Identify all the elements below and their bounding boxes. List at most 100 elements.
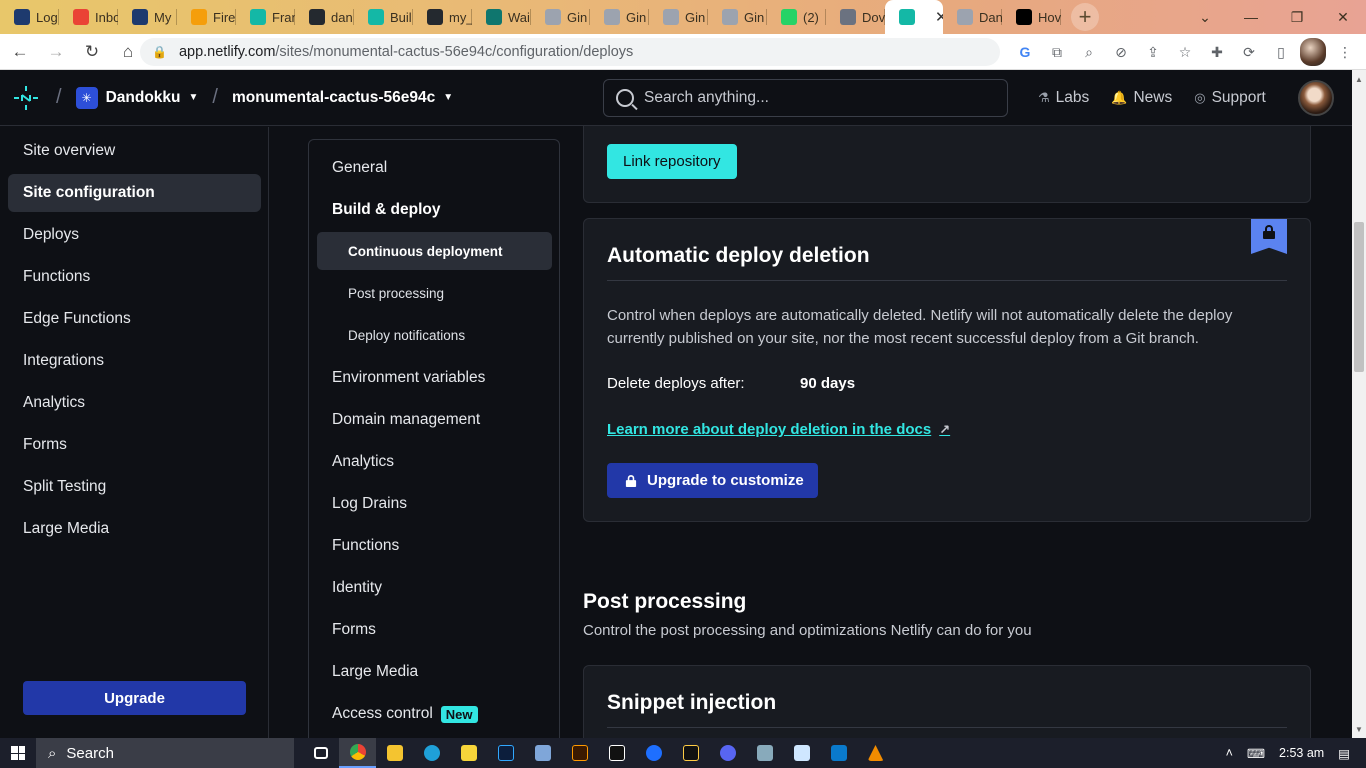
forward-button[interactable]: → xyxy=(40,36,72,68)
browser-tab[interactable]: Gin xyxy=(708,0,767,34)
back-button[interactable]: ← xyxy=(4,36,36,68)
sidebar-item-edge-functions[interactable]: Edge Functions xyxy=(8,300,261,338)
browser-tab[interactable]: Inbo xyxy=(59,0,118,34)
file-explorer-icon[interactable] xyxy=(376,738,413,768)
menu-icon[interactable]: ⋮ xyxy=(1332,38,1358,66)
browser-tab[interactable]: Log xyxy=(0,0,59,34)
news-link[interactable]: 🔔 News xyxy=(1111,89,1172,107)
sidebar-item-functions[interactable]: Functions xyxy=(8,258,261,296)
browser-tab[interactable]: Gin xyxy=(590,0,649,34)
new-tab-button[interactable]: + xyxy=(1071,3,1099,31)
browser-tab[interactable]: my_ xyxy=(413,0,472,34)
settings-nav-deploy-notifications[interactable]: Deploy notifications xyxy=(317,316,552,354)
sync-icon[interactable]: ⟳ xyxy=(1236,38,1262,66)
notifications-icon[interactable]: ▤ xyxy=(1338,746,1350,761)
eye-off-icon[interactable]: ⊘ xyxy=(1108,38,1134,66)
minimize-button[interactable]: — xyxy=(1228,0,1274,34)
scroll-up-arrow[interactable]: ▲ xyxy=(1352,72,1366,86)
settings-nav-continuous-deployment[interactable]: Continuous deployment xyxy=(317,232,552,270)
remote-desktop-icon[interactable] xyxy=(746,738,783,768)
lock-icon[interactable]: 🔒 xyxy=(152,45,167,59)
deploy-deletion-docs-link[interactable]: Learn more about deploy deletion in the … xyxy=(607,421,950,438)
sidebar-item-site-configuration[interactable]: Site configuration xyxy=(8,174,261,212)
sidebar-item-large-media[interactable]: Large Media xyxy=(8,510,261,548)
side-panel-icon[interactable]: ▯ xyxy=(1268,38,1294,66)
edge-icon[interactable] xyxy=(413,738,450,768)
browser-tab[interactable]: (2) xyxy=(767,0,826,34)
browser-tab[interactable]: Dov xyxy=(826,0,885,34)
google-icon[interactable]: G xyxy=(1012,38,1038,66)
sidebar-item-site-overview[interactable]: Site overview xyxy=(8,132,261,170)
site-switcher[interactable]: monumental-cactus-56e94c xyxy=(232,89,435,107)
profile-avatar[interactable] xyxy=(1300,38,1326,66)
upgrade-button[interactable]: Upgrade xyxy=(23,681,246,715)
search-input[interactable]: Search anything... xyxy=(603,79,1008,117)
sidebar-item-analytics[interactable]: Analytics xyxy=(8,384,261,422)
share-icon[interactable]: ⇪ xyxy=(1140,38,1166,66)
browser-tab[interactable]: Buil xyxy=(354,0,413,34)
taskbar-search[interactable]: ⌕ Search xyxy=(36,738,294,768)
windows-start-icon[interactable] xyxy=(0,738,36,768)
browser-tab[interactable]: Hov xyxy=(1002,0,1061,34)
settings-nav-log-drains[interactable]: Log Drains xyxy=(332,493,407,515)
intellij-icon[interactable] xyxy=(672,738,709,768)
settings-nav-access-control[interactable]: Access control New xyxy=(332,703,478,725)
browser-tab[interactable]: ✕ xyxy=(885,0,943,34)
notepad-icon[interactable] xyxy=(783,738,820,768)
discord-icon[interactable] xyxy=(709,738,746,768)
address-bar[interactable]: 🔒 app.netlify.com/sites/monumental-cactu… xyxy=(140,38,1000,66)
chrome-icon[interactable] xyxy=(339,738,376,768)
vlc-icon[interactable] xyxy=(857,738,894,768)
link-repository-button[interactable]: Link repository xyxy=(607,144,737,179)
app-icon[interactable] xyxy=(635,738,672,768)
reload-button[interactable]: ↻ xyxy=(76,36,108,68)
browser-tab[interactable]: dan xyxy=(295,0,354,34)
browser-tab[interactable]: My xyxy=(118,0,177,34)
upgrade-to-customize-button[interactable]: Upgrade to customize xyxy=(607,463,818,498)
scrollbar-thumb[interactable] xyxy=(1354,222,1364,372)
sidebar-item-integrations[interactable]: Integrations xyxy=(8,342,261,380)
browser-tab[interactable]: Fran xyxy=(236,0,295,34)
keyboard-icon[interactable]: ⌨ xyxy=(1247,746,1265,761)
extensions-icon[interactable]: ✚ xyxy=(1204,38,1230,66)
chevron-down-icon[interactable]: ▼ xyxy=(443,92,453,103)
sidebar-item-deploys[interactable]: Deploys xyxy=(8,216,261,254)
sidebar-item-forms[interactable]: Forms xyxy=(8,426,261,464)
close-window-button[interactable]: ✕ xyxy=(1320,0,1366,34)
sidebar-item-split-testing[interactable]: Split Testing xyxy=(8,468,261,506)
page-scrollbar[interactable]: ▲ ▼ xyxy=(1352,70,1366,738)
settings-nav-functions[interactable]: Functions xyxy=(332,535,399,557)
netlify-logo-icon[interactable] xyxy=(10,82,42,114)
team-switcher[interactable]: Dandokku xyxy=(106,89,181,107)
browser-tab[interactable]: Fire xyxy=(177,0,236,34)
settings-nav-post-processing[interactable]: Post processing xyxy=(317,274,552,312)
settings-nav-identity[interactable]: Identity xyxy=(332,577,382,599)
browser-tab[interactable]: Wai xyxy=(472,0,531,34)
close-tab-icon[interactable]: ✕ xyxy=(935,8,943,26)
settings-nav-large-media[interactable]: Large Media xyxy=(332,661,418,683)
settings-nav-domain-management[interactable]: Domain management xyxy=(332,409,480,431)
settings-nav-analytics[interactable]: Analytics xyxy=(332,451,394,473)
sticky-notes-icon[interactable] xyxy=(450,738,487,768)
chevron-up-icon[interactable]: ˄ xyxy=(1226,746,1233,760)
virtualbox-icon[interactable] xyxy=(524,738,561,768)
settings-nav-build-deploy[interactable]: Build & deploy xyxy=(332,199,441,221)
tab-search-icon[interactable]: ⌄ xyxy=(1182,0,1228,34)
task-view-icon[interactable] xyxy=(302,738,339,768)
translate-icon[interactable]: ⧉ xyxy=(1044,38,1070,66)
user-avatar[interactable] xyxy=(1298,80,1334,116)
zoom-icon[interactable]: ⌕ xyxy=(1076,38,1102,66)
settings-nav-environment-variables[interactable]: Environment variables xyxy=(332,367,485,389)
vscode-icon[interactable] xyxy=(820,738,857,768)
browser-tab[interactable]: Gin xyxy=(649,0,708,34)
maximize-button[interactable]: ❐ xyxy=(1274,0,1320,34)
settings-nav-forms[interactable]: Forms xyxy=(332,619,376,641)
support-link[interactable]: ◎ Support xyxy=(1194,89,1266,107)
browser-tab[interactable]: Gin xyxy=(531,0,590,34)
scroll-down-arrow[interactable]: ▼ xyxy=(1352,722,1366,736)
chevron-down-icon[interactable]: ▼ xyxy=(189,92,199,103)
bookmark-star-icon[interactable]: ☆ xyxy=(1172,38,1198,66)
pycharm-icon[interactable] xyxy=(598,738,635,768)
clock[interactable]: 2:53 am xyxy=(1279,746,1324,760)
settings-nav-general[interactable]: General xyxy=(332,157,387,179)
